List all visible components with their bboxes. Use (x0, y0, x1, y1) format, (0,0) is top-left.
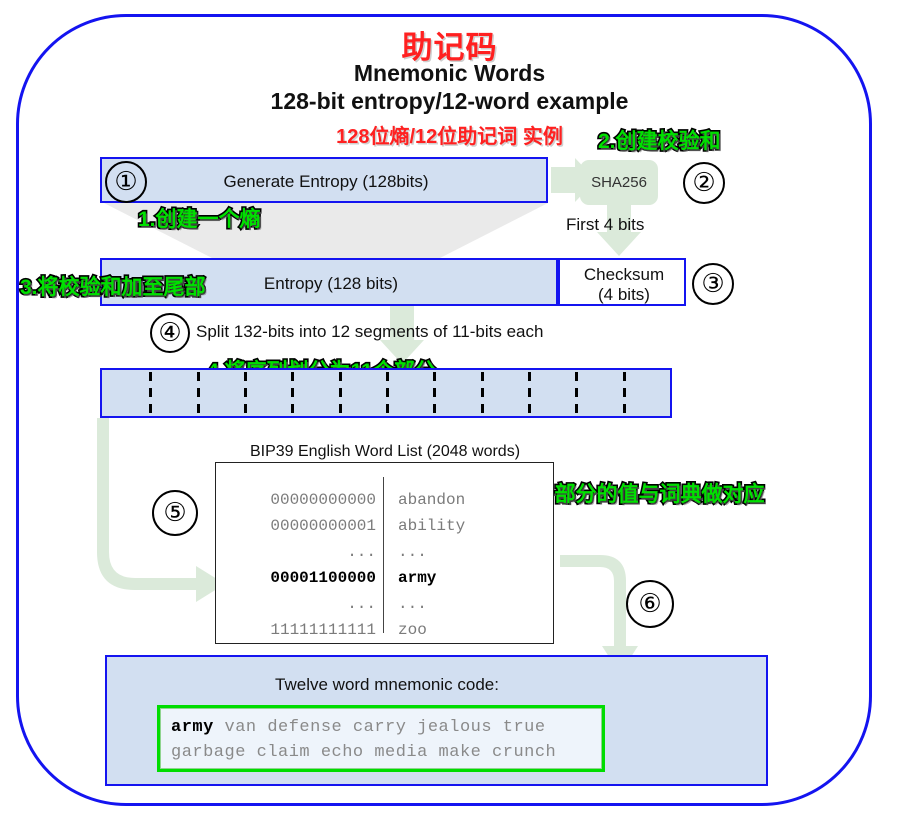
segment-divider (196, 372, 200, 414)
wordlist-rows: 00000000000 abandon 00000000001 ability....… (216, 463, 553, 643)
wordlist-row: 00001100000 army (216, 565, 553, 591)
wordlist-row: ...... (216, 591, 553, 617)
page-subtitle-en: 128-bit entropy/12-word example (270, 88, 629, 114)
diagram-canvas: 助记码 Mnemonic Words 128-bit entropy/12-wo… (0, 0, 899, 822)
bip39-wordlist-box: 00000000000 abandon 00000000001 ability....… (215, 462, 554, 644)
wordlist-bits: 00000000000 (270, 491, 376, 509)
step-number-4: ④ (150, 313, 190, 353)
checksum-box: Checksum (4 bits) (558, 258, 686, 306)
wordlist-row: 00000000000 abandon (216, 487, 553, 513)
annotation-step-3: 3.将校验和加至尾部 (18, 274, 207, 300)
mnemonic-line-2: garbage claim echo media make crunch (171, 743, 557, 762)
generate-entropy-box: Generate Entropy (128bits) (100, 157, 548, 203)
wordlist-caption: BIP39 English Word List (2048 words) (249, 443, 521, 460)
annotation-step-2: 2.创建校验和 (596, 128, 722, 154)
mnemonic-phrase-inner: army van defense carry jealous true garb… (160, 708, 602, 769)
sha256-box: SHA256 (580, 160, 658, 205)
mnemonic-caption: Twelve word mnemonic code: (275, 675, 499, 694)
wordlist-word: abandon (398, 491, 466, 509)
first-4-bits-label: First 4 bits (566, 215, 645, 234)
wordlist-row: 11111111111 zoo (216, 617, 553, 643)
checksum-label-line1: Checksum (583, 265, 665, 284)
step-number-5: ⑤ (152, 490, 198, 536)
mnemonic-line-1-rest: van defense carry jealous true (213, 718, 546, 737)
wordlist-word: ... (398, 543, 427, 561)
page-subtitle-cn: 128位熵/12位助记词 实例 (336, 126, 563, 148)
mnemonic-line-1: army van defense carry jealous true (171, 715, 591, 740)
segment-divider (338, 372, 342, 414)
wordlist-bits: 00001100000 (270, 569, 376, 587)
wordlist-column-divider (383, 477, 385, 633)
segment-divider (480, 372, 484, 414)
segment-divider (244, 372, 247, 414)
step-number-2: ② (683, 162, 725, 204)
segment-divider (433, 372, 437, 414)
wordlist-row: 00000000001 ability (216, 513, 553, 539)
mnemonic-first-word: army (171, 718, 214, 737)
wordlist-word: army (398, 569, 437, 587)
segment-divider (528, 372, 531, 414)
wordlist-row: ...... (216, 539, 553, 565)
wordlist-bits: 11111111111 (270, 621, 376, 639)
step-number-3: ③ (692, 263, 734, 305)
segment-divider (386, 372, 389, 414)
segmented-bar (100, 368, 672, 418)
wordlist-word: ... (398, 595, 427, 613)
segment-dividers (102, 370, 670, 416)
wordlist-bits: ... (347, 543, 376, 561)
step-number-1: ① (105, 161, 147, 203)
step-number-6: ⑥ (626, 580, 674, 628)
mnemonic-phrase-frame: army van defense carry jealous true garb… (157, 705, 605, 772)
segment-divider (575, 372, 579, 414)
wordlist-bits: 00000000001 (270, 517, 376, 535)
wordlist-word: ability (398, 517, 466, 535)
annotation-step-1: 1.创建一个熵 (136, 206, 262, 232)
generate-entropy-label: Generate Entropy (128bits) (223, 172, 429, 191)
segment-divider (622, 372, 626, 414)
checksum-label-line2: (4 bits) (598, 285, 650, 304)
segment-divider (291, 372, 295, 414)
split-label: Split 132-bits into 12 segments of 11-bi… (196, 322, 544, 341)
segment-divider (149, 372, 153, 414)
wordlist-word: zoo (398, 621, 427, 639)
page-title-en: Mnemonic Words (353, 60, 546, 86)
wordlist-bits: ... (347, 595, 376, 613)
